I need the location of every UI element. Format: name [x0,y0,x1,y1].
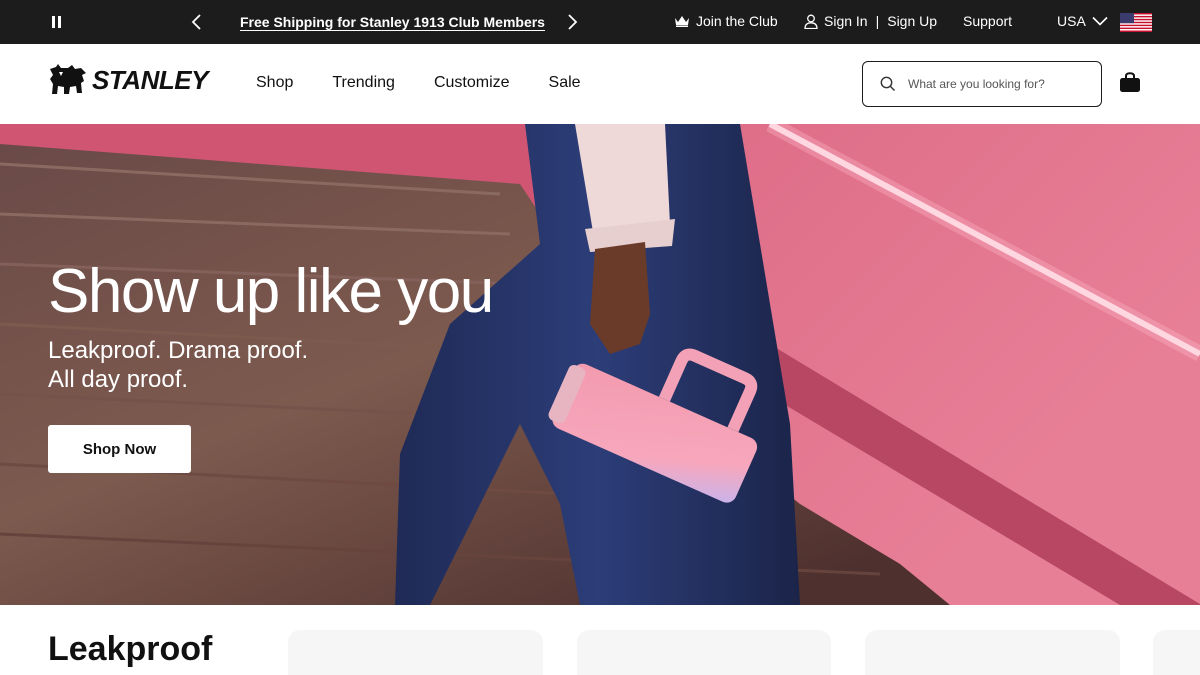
product-card[interactable] [865,630,1120,675]
product-card[interactable] [288,630,543,675]
sign-in-link[interactable]: Sign In [824,13,868,29]
section-title: Leakproof [48,630,213,668]
main-nav: Shop Trending Customize Sale [256,74,620,92]
bear-logo-icon [50,64,86,94]
user-icon [804,14,818,29]
hero-subtitle: Leakproof. Drama proof. All day proof. [48,336,308,394]
account-links: Sign In | Sign Up [804,13,937,29]
search-box[interactable] [862,61,1102,107]
nav-item-sale[interactable]: Sale [549,74,581,92]
chevron-left-icon[interactable] [187,12,207,32]
site-header: STANLEY Shop Trending Customize Sale [0,44,1200,124]
hero-subtitle-line-2: All day proof. [48,366,189,393]
join-club-link[interactable]: Join the Club [674,13,778,29]
shop-now-button[interactable]: Shop Now [48,425,191,473]
promo-bar: Free Shipping for Stanley 1913 Club Memb… [0,0,1200,44]
chevron-down-icon [1092,16,1108,26]
country-label: USA [1057,13,1086,29]
support-link[interactable]: Support [963,13,1012,29]
stanley-logo[interactable]: STANLEY [48,63,228,97]
search-icon [880,76,895,91]
nav-item-shop[interactable]: Shop [256,74,293,92]
nav-item-customize[interactable]: Customize [434,74,510,92]
pause-icon[interactable] [50,14,64,30]
hero-subtitle-line-1: Leakproof. Drama proof. [48,337,309,364]
hero-banner[interactable]: Show up like you Leakproof. Drama proof.… [0,124,1200,605]
crown-icon [675,16,689,27]
search-input[interactable] [908,77,1088,91]
product-card[interactable] [577,630,831,675]
account-separator: | [875,13,880,29]
logo-wordmark: STANLEY [92,64,208,95]
sign-up-link[interactable]: Sign Up [887,13,937,29]
join-club-label: Join the Club [696,13,778,29]
nav-item-trending[interactable]: Trending [332,74,395,92]
country-selector[interactable]: USA [1057,13,1108,29]
chevron-right-icon[interactable] [562,12,582,32]
us-flag-icon[interactable] [1120,13,1152,32]
product-card[interactable] [1153,630,1200,675]
hero-title: Show up like you [48,257,494,326]
promo-link[interactable]: Free Shipping for Stanley 1913 Club Memb… [240,14,545,30]
shopping-bag-icon[interactable] [1118,71,1142,95]
